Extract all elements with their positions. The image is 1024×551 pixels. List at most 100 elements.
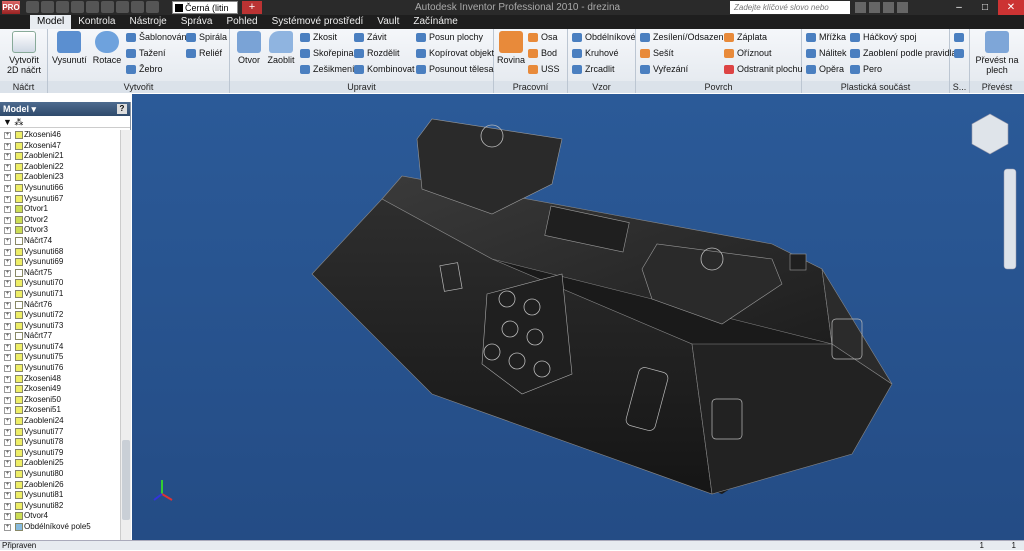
- tree-item[interactable]: + Vysunuti67: [0, 194, 120, 205]
- expand-icon[interactable]: +: [4, 343, 11, 351]
- expand-icon[interactable]: +: [4, 365, 11, 373]
- binoculars-icon[interactable]: [855, 2, 866, 13]
- home-icon[interactable]: [101, 1, 114, 13]
- expand-icon[interactable]: +: [4, 354, 11, 362]
- rule-fillet-button[interactable]: Zaoblení podle pravidla: [850, 48, 957, 59]
- convert-to-sheetmetal-button[interactable]: Převést na plech: [972, 31, 1022, 75]
- tree-item[interactable]: + Otvor3: [0, 225, 120, 236]
- expand-icon[interactable]: +: [4, 449, 11, 457]
- tree-item[interactable]: + Náčrt76: [0, 300, 120, 311]
- plane-button[interactable]: Rovina: [496, 31, 526, 65]
- material-select[interactable]: Černá (litin: [172, 1, 238, 14]
- expand-icon[interactable]: +: [4, 227, 11, 235]
- hole-button[interactable]: Otvor: [234, 31, 264, 65]
- expand-icon[interactable]: +: [4, 396, 11, 404]
- expand-icon[interactable]: +: [4, 290, 11, 298]
- lip-button[interactable]: Pero: [850, 64, 882, 75]
- tree-item[interactable]: + Obdélníkové pole5: [0, 522, 120, 533]
- tree-item[interactable]: + Zkoseni49: [0, 384, 120, 395]
- tree-item[interactable]: + Zkoseni50: [0, 395, 120, 406]
- maximize-button[interactable]: □: [972, 0, 998, 15]
- expand-icon[interactable]: +: [4, 153, 11, 161]
- tree-item[interactable]: + Vysunuti76: [0, 363, 120, 374]
- copy-object-button[interactable]: Kopírovat objekt: [416, 48, 494, 59]
- expand-icon[interactable]: +: [4, 248, 11, 256]
- tree-item[interactable]: + Zaobleni24: [0, 416, 120, 427]
- appearance-icon[interactable]: +: [242, 1, 262, 14]
- tree-item[interactable]: + Vysunuti71: [0, 289, 120, 300]
- tree-item[interactable]: + Zkoseni47: [0, 141, 120, 152]
- delete-face-button[interactable]: Odstranit plochu: [724, 64, 803, 75]
- tab-systemove-prostredi[interactable]: Systémové prostředí: [265, 15, 371, 29]
- expand-icon[interactable]: +: [4, 481, 11, 489]
- tree-item[interactable]: + Náčrt75: [0, 268, 120, 279]
- tree-item[interactable]: + Otvor4: [0, 511, 120, 522]
- ucs-button[interactable]: USS: [528, 64, 560, 75]
- tree-item[interactable]: + Vysunuti81: [0, 490, 120, 501]
- tree-item[interactable]: + Zaobleni22: [0, 162, 120, 173]
- tree-item[interactable]: + Otvor1: [0, 204, 120, 215]
- tree-item[interactable]: + Otvor2: [0, 215, 120, 226]
- tree-item[interactable]: + Vysunuti80: [0, 469, 120, 480]
- browser-filter-bar[interactable]: ▼ ⁂: [0, 116, 130, 128]
- tree-item[interactable]: + Vysunuti75: [0, 352, 120, 363]
- split-button[interactable]: Rozdělit: [354, 48, 400, 59]
- expand-icon[interactable]: +: [4, 132, 11, 139]
- search-input[interactable]: Zadejte klíčové slovo nebo výraz.: [730, 1, 850, 25]
- navigation-bar[interactable]: [1003, 168, 1017, 270]
- tree-item[interactable]: + Zkoseni46: [0, 130, 120, 141]
- expand-icon[interactable]: +: [4, 269, 11, 277]
- expand-icon[interactable]: +: [4, 492, 11, 500]
- help-icon[interactable]: ?: [117, 104, 127, 114]
- emboss-button[interactable]: Reliéf: [186, 48, 222, 59]
- trim-button[interactable]: Oříznout: [724, 48, 772, 59]
- select-icon[interactable]: [116, 1, 129, 13]
- open-icon[interactable]: [41, 1, 54, 13]
- tree-item[interactable]: + Vysunuti66: [0, 183, 120, 194]
- tree-item[interactable]: + Zaobleni26: [0, 480, 120, 491]
- expand-icon[interactable]: +: [4, 513, 11, 521]
- tree-item[interactable]: + Náčrt77: [0, 331, 120, 342]
- tab-pohled[interactable]: Pohled: [219, 15, 264, 29]
- tree-item[interactable]: + Zkoseni48: [0, 374, 120, 385]
- expand-icon[interactable]: +: [4, 502, 11, 510]
- expand-icon[interactable]: +: [4, 184, 11, 192]
- redo-icon[interactable]: [86, 1, 99, 13]
- tab-zaciname[interactable]: Začínáme: [406, 15, 464, 29]
- tree-item[interactable]: + Vysunuti79: [0, 448, 120, 459]
- expand-icon[interactable]: +: [4, 407, 11, 415]
- inventor-logo[interactable]: PRO: [2, 1, 20, 14]
- expand-icon[interactable]: +: [4, 163, 11, 171]
- rest-button[interactable]: Opěra: [806, 64, 844, 75]
- extrude-button[interactable]: Vysunutí: [52, 31, 87, 65]
- star-icon[interactable]: [869, 2, 880, 13]
- undo-icon[interactable]: [71, 1, 84, 13]
- stitch-button[interactable]: Sešít: [640, 48, 674, 59]
- move-bodies-button[interactable]: Posunout tělesa: [416, 64, 494, 75]
- point-button[interactable]: Bod: [528, 48, 557, 59]
- expand-icon[interactable]: +: [4, 333, 11, 341]
- tree-item[interactable]: + Vysunuti77: [0, 427, 120, 438]
- revolve-button[interactable]: Rotace: [90, 31, 124, 65]
- tree-item[interactable]: + Vysunuti72: [0, 310, 120, 321]
- boss-button[interactable]: Nálitek: [806, 48, 847, 59]
- expand-icon[interactable]: +: [4, 142, 11, 150]
- rectangular-pattern-button[interactable]: Obdélníkové: [572, 32, 636, 43]
- browser-header[interactable]: Model ▾?: [0, 102, 130, 116]
- tree-item[interactable]: + Vysunuti68: [0, 247, 120, 258]
- viewcube-icon[interactable]: [971, 113, 1009, 155]
- expand-icon[interactable]: +: [4, 375, 11, 383]
- mirror-button[interactable]: Zrcadlit: [572, 64, 615, 75]
- coil-button[interactable]: Spirála: [186, 32, 227, 43]
- expand-icon[interactable]: +: [4, 259, 11, 267]
- expand-icon[interactable]: +: [4, 216, 11, 224]
- tools-icon[interactable]: [883, 2, 894, 13]
- move-face-button[interactable]: Posun plochy: [416, 32, 483, 43]
- patch-button[interactable]: Záplata: [724, 32, 767, 43]
- expand-icon[interactable]: +: [4, 195, 11, 203]
- expand-icon[interactable]: +: [4, 418, 11, 426]
- thicken-offset-button[interactable]: Zesílení/Odsazení: [640, 32, 726, 43]
- expand-icon[interactable]: +: [4, 301, 11, 309]
- tab-model[interactable]: Model: [30, 15, 72, 29]
- new-icon[interactable]: [26, 1, 39, 13]
